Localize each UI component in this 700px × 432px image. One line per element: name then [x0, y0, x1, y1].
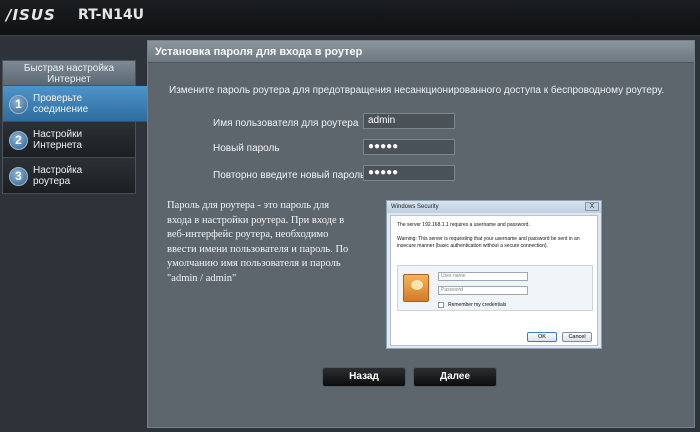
sidebar-title: Быстрая настройка Интернет [3, 61, 135, 86]
confirm-password-input[interactable]: ●●●●● [363, 165, 455, 181]
next-button[interactable]: Далее [413, 367, 497, 387]
model-name: RT-N14U [78, 7, 145, 23]
sidebar-step-check-connection[interactable]: 1 Проверьте соединение [3, 86, 157, 122]
windows-security-dialog-image: Windows Security X The server 192.168.1.… [386, 200, 602, 349]
user-icon [403, 274, 429, 302]
new-password-input[interactable]: ●●●●● [363, 139, 455, 155]
credential-box: User name Password Remember my credentia… [397, 265, 593, 311]
sidebar-step-internet-settings[interactable]: 2 Настройки Интернета [3, 122, 135, 158]
brand-logo: /ISUS [6, 6, 56, 24]
username-input[interactable]: admin [363, 113, 455, 129]
top-header: /ISUS RT-N14U [0, 0, 700, 36]
quick-setup-sidebar: Быстрая настройка Интернет 1 Проверьте со… [2, 60, 157, 194]
step-number-icon: 2 [9, 131, 28, 150]
dialog-title: Windows Security [387, 201, 601, 213]
step-label: Настройки Интернета [33, 129, 83, 151]
username-label: Имя пользователя для роутера [213, 118, 359, 129]
confirm-password-label: Повторно введите новый пароль [213, 170, 366, 181]
password-setup-panel: Установка пароля для входа в роутер Изме… [147, 40, 695, 428]
remember-checkbox [438, 302, 444, 308]
sidebar-step-router-settings[interactable]: 3 Настройка роутера [3, 158, 135, 194]
dialog-username-field: User name [438, 272, 528, 281]
dialog-server-text: The server 192.168.1.1 requires a userna… [397, 222, 530, 228]
close-icon: X [585, 202, 599, 211]
remember-label: Remember my credentials [448, 302, 507, 308]
step-label: Настройка роутера [33, 165, 83, 187]
step-label: Проверьте соединение [33, 93, 89, 115]
step-number-icon: 3 [9, 167, 28, 186]
dialog-cancel-button: Cancel [562, 332, 592, 342]
dialog-ok-button: OK [527, 332, 557, 342]
dialog-password-field: Password [438, 286, 528, 295]
back-button[interactable]: Назад [322, 367, 406, 387]
new-password-label: Новый пароль [213, 143, 280, 154]
panel-title: Установка пароля для входа в роутер [148, 41, 694, 63]
dialog-warning-text: Warning: This server is requesting that … [397, 236, 580, 249]
step-number-icon: 1 [9, 95, 28, 114]
dialog-body: The server 192.168.1.1 requires a userna… [390, 215, 598, 346]
password-description: Пароль для роутера - это пароль для вход… [167, 200, 349, 284]
intro-text: Измените пароль роутера для предотвращен… [169, 85, 665, 96]
